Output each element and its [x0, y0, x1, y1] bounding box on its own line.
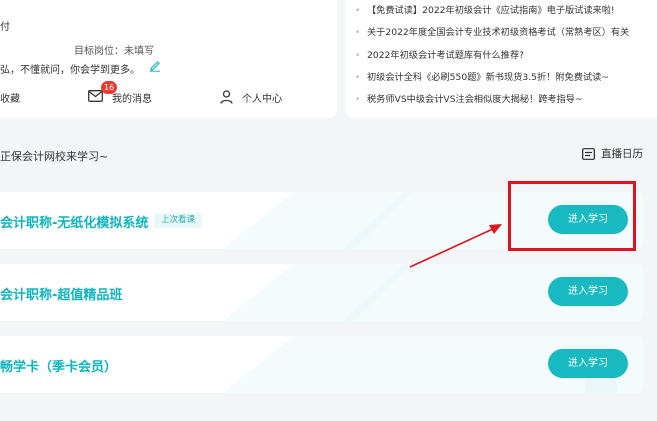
news-item[interactable]: 初级会计全科《必刷550题》新书现货3.5折！附免费试读~ [355, 70, 629, 92]
course-title[interactable]: 会计职称-超值精品班 [0, 284, 122, 303]
user-icon [220, 90, 233, 104]
news-item[interactable]: 【免费试读】2022年初级会计《应试指南》电子版试读来啦! [355, 3, 629, 25]
my-messages-label: 我的消息 [112, 93, 152, 105]
enter-study-button[interactable]: 进入学习 [548, 277, 628, 306]
last-watched-tag: 上次看课 [154, 213, 203, 228]
highlight-box [508, 181, 636, 251]
my-messages-link[interactable]: 16 我的消息 [88, 80, 152, 107]
news-item[interactable]: 2022年初级会计考试题库有什么推荐? [355, 48, 629, 70]
course-card: 畅学卡（季卡会员） 进入学习 [0, 336, 643, 393]
edit-icon[interactable] [149, 60, 161, 72]
enter-study-button[interactable]: 进入学习 [548, 349, 628, 378]
calendar-icon [582, 147, 595, 160]
news-item[interactable]: 税务师VS中级会计VS注会相似度大揭秘！跨考指导~ [355, 92, 629, 114]
mail-icon-wrap: 16 [88, 80, 118, 105]
news-list: 【免费试读】2022年初级会计《应试指南》电子版试读来啦! 关于2022年度全国… [355, 3, 629, 114]
favorites-link[interactable]: 收藏 [0, 87, 20, 107]
personal-center-label: 个人中心 [242, 93, 282, 105]
course-title[interactable]: 畅学卡（季卡会员） [0, 356, 117, 375]
mail-icon [88, 89, 103, 102]
target-position[interactable]: 目标岗位：未填写 [74, 42, 154, 57]
favorites-label: 收藏 [0, 93, 20, 105]
live-calendar-link[interactable]: 直播日历 [582, 146, 643, 161]
news-item[interactable]: 关于2022年度全国会计专业技术初级资格考试（常熟考区）有关 [355, 25, 629, 48]
profile-card: 付 目标岗位：未填写 弘，不懂就问，你会学到更多。 收藏 16 我的消息 个人中… [0, 0, 337, 118]
course-card: 会计职称-超值精品班 进入学习 [0, 264, 643, 321]
section-title: 正保会计网校来学习~ [0, 150, 109, 163]
news-card: 【免费试读】2022年初级会计《应试指南》电子版试读来啦! 关于2022年度全国… [345, 0, 657, 118]
personal-center-link[interactable]: 个人中心 [220, 87, 282, 107]
message-count-badge: 16 [101, 80, 118, 94]
profile-slogan: 弘，不懂就问，你会学到更多。 [0, 65, 140, 76]
profile-line: 付 [0, 22, 10, 33]
live-calendar-label: 直播日历 [601, 148, 643, 160]
course-title[interactable]: 会计职称-无纸化模拟系统 [0, 212, 148, 231]
